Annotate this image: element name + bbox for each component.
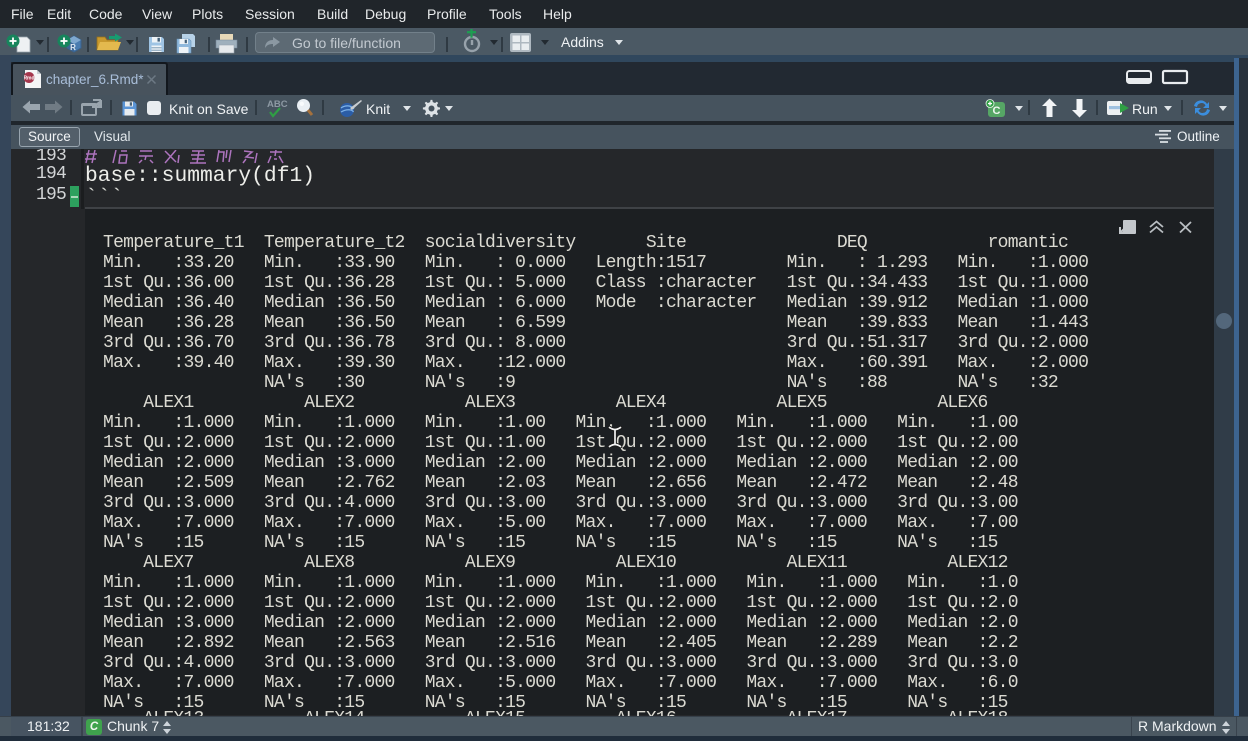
svg-text:R: R xyxy=(70,43,76,52)
svg-text:Rmd: Rmd xyxy=(24,76,35,82)
svg-text:C: C xyxy=(993,105,1001,117)
svg-text:ABC: ABC xyxy=(267,99,288,110)
